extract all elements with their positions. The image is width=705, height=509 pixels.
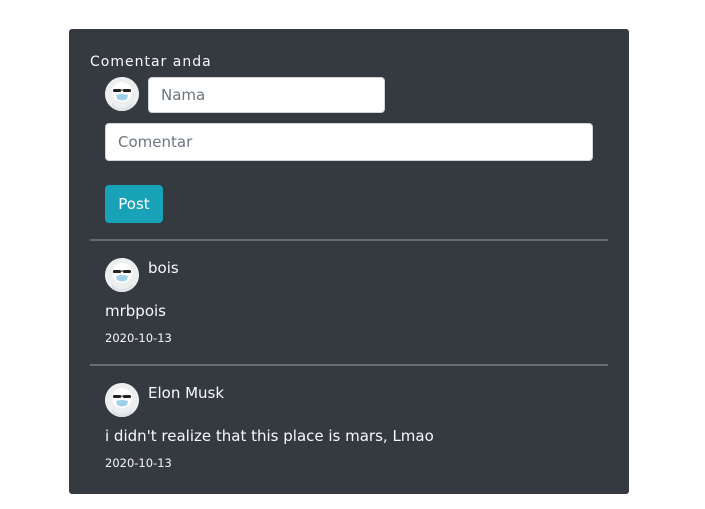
comment-author: Elon Musk <box>148 384 225 402</box>
comment-panel: Comentar anda Post <box>69 29 629 494</box>
masked-face-avatar-icon <box>105 77 139 111</box>
post-button[interactable]: Post <box>105 185 163 223</box>
comment-form-heading: Comentar anda <box>90 54 212 70</box>
comment-date: 2020-10-13 <box>105 456 172 470</box>
comment-input[interactable] <box>105 123 593 161</box>
comment-text: mrbpois <box>105 302 166 320</box>
comment-author: bois <box>148 259 179 277</box>
masked-face-avatar-icon <box>105 383 139 417</box>
comment-item: bois mrbpois 2020-10-13 <box>69 240 629 350</box>
masked-face-avatar-icon <box>105 258 139 292</box>
comment-text: i didn't realize that this place is mars… <box>105 427 434 445</box>
comment-item: Elon Musk i didn't realize that this pla… <box>69 365 629 475</box>
comment-date: 2020-10-13 <box>105 331 172 345</box>
name-input[interactable] <box>148 77 385 113</box>
